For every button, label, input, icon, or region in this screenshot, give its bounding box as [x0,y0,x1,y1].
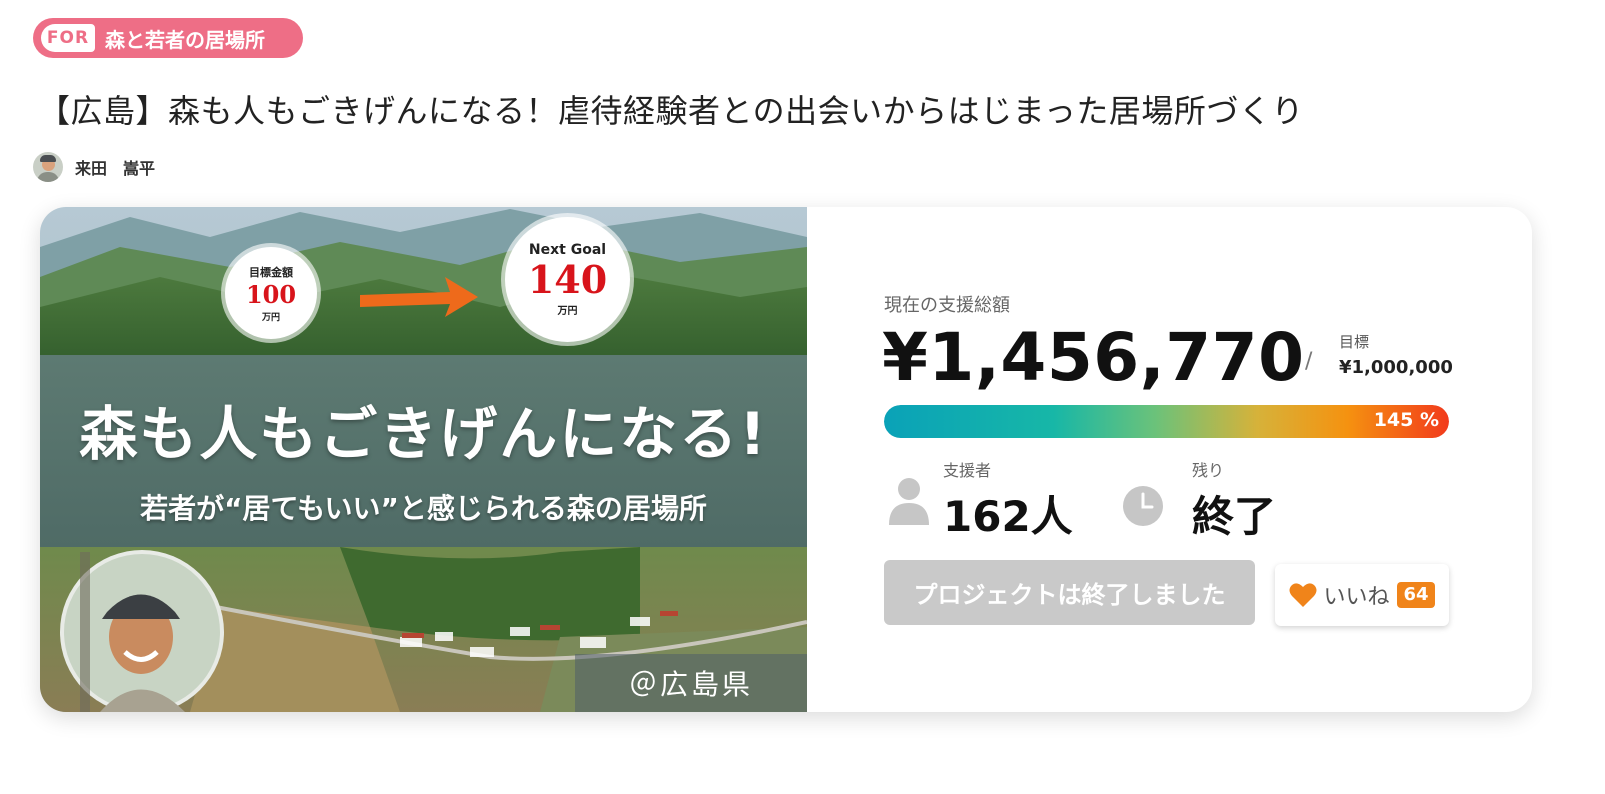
remaining-stat: 残り 終了 [1192,457,1276,544]
hero-image: 目標金額 100 万円 Next Goal 140 万円 森も人もごきげんになる… [40,207,807,712]
progress-fill [884,405,1449,438]
category-label: 森と若者の居場所 [105,27,265,52]
author-name[interactable]: 来田 嵩平 [75,155,155,179]
like-label: いいね [1323,585,1390,610]
author[interactable]: 来田 嵩平 [33,152,155,182]
amount-separator: / [1305,349,1313,374]
like-button[interactable]: いいね 64 [1275,564,1449,626]
project-ended-button[interactable]: プロジェクトは終了しました [884,560,1255,625]
page-title: 【広島】森も人もごきげんになる！虐待経験者との出会いからはじまった居場所づくり [38,92,1304,130]
supporters-caption: 支援者 [943,461,992,480]
funding-stats: 現在の支援総額 ¥1,456,770 / 目標 ¥1,000,000 145 %… [807,207,1532,712]
goal-amount: ¥1,000,000 [1339,357,1453,378]
category-badge[interactable]: FOR 森と若者の居場所 [33,18,303,58]
avatar[interactable] [33,152,63,182]
hero-headline: 森も人もごきげんになる! [79,400,768,468]
hero-subline: 若者が“居てもいい”と感じられる森の居場所 [140,492,707,525]
total-amount: ¥1,456,770 [882,319,1305,396]
remaining-caption: 残り [1192,461,1225,480]
like-count: 64 [1397,582,1435,608]
remaining-value: 終了 [1192,492,1277,541]
project-card: 目標金額 100 万円 Next Goal 140 万円 森も人もごきげんになる… [40,207,1532,712]
total-caption: 現在の支援総額 [884,295,1010,316]
supporters-value: 162人 [943,492,1073,541]
next-goal-badge: Next Goal 140 万円 [505,217,630,342]
for-prefix: FOR [41,24,95,52]
progress-percent: 145 % [1373,409,1439,431]
supporter-icon [889,478,929,525]
supporters-stat: 支援者 162人 [943,457,1073,544]
progress-bar: 145 % [884,405,1449,438]
heart-icon [1289,583,1317,607]
location-tag: ＠広島県 [575,654,807,712]
goal-badge: 目標金額 100 万円 [225,247,317,339]
clock-icon [1123,486,1163,526]
goal-caption: 目標 [1339,333,1370,351]
